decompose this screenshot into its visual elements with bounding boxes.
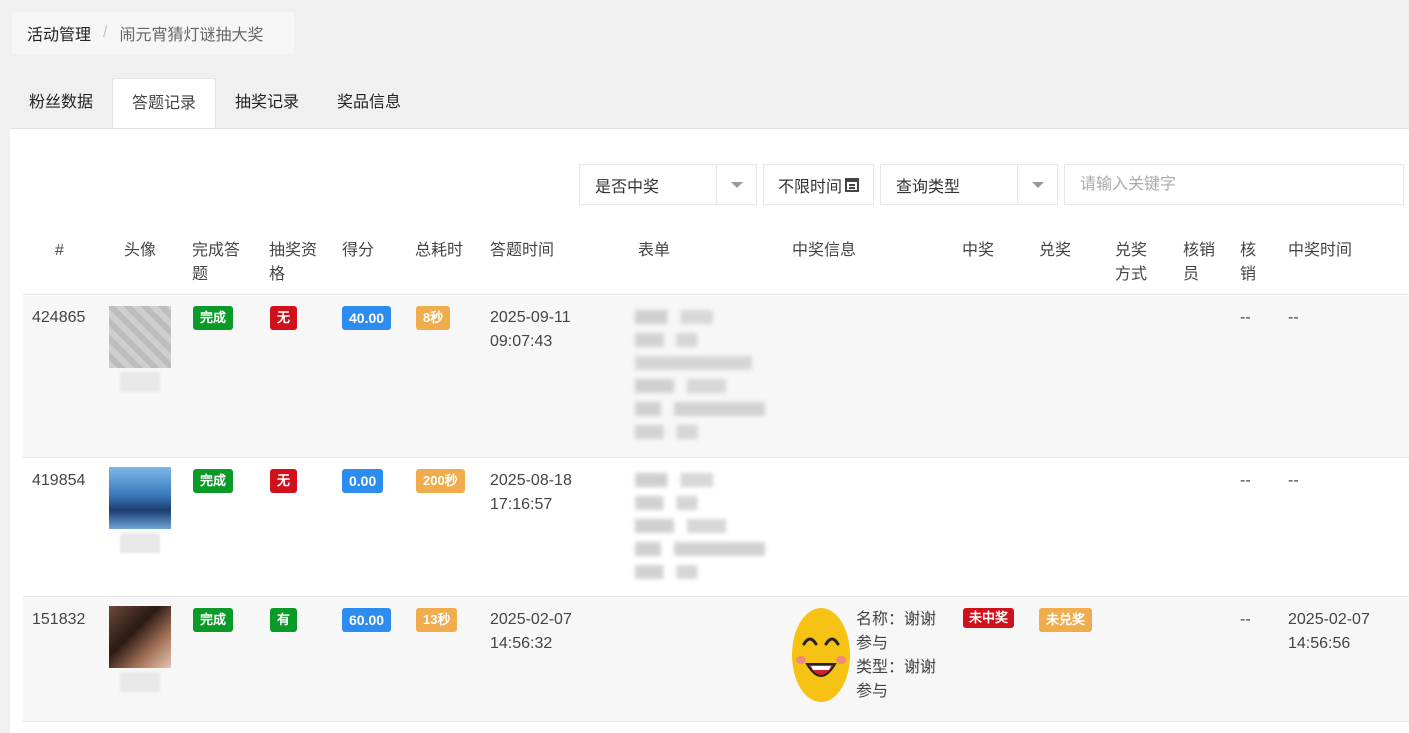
winning-select[interactable]: 是否中奖 [579, 164, 757, 205]
avatar-image [109, 306, 171, 368]
form-data-redacted [635, 310, 765, 448]
answer-date: 2025-08-18 [490, 472, 572, 489]
content-panel: 是否中奖 不限时间 查询类型 # 头像 完成答题 抽奖资格 得分 总耗时 答题时… [10, 128, 1409, 733]
row-id: 419854 [32, 472, 86, 489]
prize-type-value-1: 谢谢 [904, 659, 937, 676]
score-badge: 0.00 [342, 469, 384, 493]
col-header-verified: 核销 [1240, 242, 1257, 283]
table-row: 419854 完成 无 0.00 200秒 2025-08-18 17:16:5… [23, 459, 1409, 597]
form-data-redacted [635, 473, 765, 588]
duration-badge: 13秒 [416, 608, 458, 632]
win-time-value: -- [1288, 472, 1299, 489]
col-header-eligible: 抽奖资格 [269, 242, 318, 283]
winning-select-value: 是否中奖 [595, 178, 660, 196]
prize-type-value-2: 参与 [856, 683, 889, 700]
prize-info: 名称：谢谢 参与 类型：谢谢 参与 [856, 608, 936, 704]
row-id: 151832 [32, 611, 86, 628]
query-type-select[interactable]: 查询类型 [880, 164, 1059, 205]
tab-prize-info[interactable]: 奖品信息 [318, 78, 420, 128]
prize-type-label: 类型： [856, 659, 905, 676]
completed-badge: 完成 [193, 306, 234, 330]
avatar-caption [120, 672, 160, 692]
prize-name-label: 名称： [856, 611, 905, 628]
smiley-prize-icon [792, 608, 850, 702]
col-header-duration: 总耗时 [415, 242, 464, 259]
table-row: 151832 完成 有 60.00 13秒 2025-02-07 14:56:3… [23, 598, 1409, 722]
query-type-select-arrow[interactable] [1017, 165, 1057, 204]
col-header-score: 得分 [342, 242, 375, 259]
filter-bar: 是否中奖 不限时间 查询类型 [579, 164, 1405, 205]
won-badge: 未中奖 [963, 608, 1015, 628]
avatar-image [109, 467, 171, 529]
win-clock: 14:56:56 [1288, 635, 1351, 652]
col-header-id: # [55, 242, 64, 259]
verified-value: -- [1240, 611, 1251, 628]
chevron-down-icon [730, 181, 743, 188]
answer-clock: 17:16:57 [490, 496, 553, 513]
duration-badge: 200秒 [416, 469, 465, 493]
tab-fans-data[interactable]: 粉丝数据 [10, 78, 112, 128]
eligible-badge: 有 [270, 608, 298, 632]
table-header: # 头像 完成答题 抽奖资格 得分 总耗时 答题时间 表单 中奖信息 中奖 兑奖… [23, 235, 1409, 295]
col-header-win-time: 中奖时间 [1288, 242, 1353, 259]
avatar [109, 467, 171, 553]
breadcrumb-current: 闹元宵猜灯谜抽大奖 [119, 27, 264, 44]
answer-date: 2025-09-11 [490, 309, 571, 326]
avatar-caption [120, 533, 160, 553]
eligible-badge: 无 [270, 469, 298, 493]
score-badge: 40.00 [342, 306, 392, 330]
col-header-form: 表单 [638, 242, 671, 259]
avatar [109, 606, 171, 692]
breadcrumb: 活动管理 / 闹元宵猜灯谜抽大奖 [12, 12, 294, 54]
answer-clock: 09:07:43 [490, 333, 553, 350]
win-time-value: -- [1288, 309, 1299, 326]
col-header-avatar: 头像 [124, 242, 157, 259]
score-badge: 60.00 [342, 608, 392, 632]
query-type-select-value: 查询类型 [896, 178, 961, 196]
col-header-won: 中奖 [962, 242, 995, 259]
answer-clock: 14:56:32 [490, 635, 553, 652]
answer-date: 2025-02-07 [490, 611, 572, 628]
col-header-answer-time: 答题时间 [490, 242, 555, 259]
chevron-down-icon [1031, 181, 1044, 188]
redeem-badge: 未兑奖 [1039, 608, 1093, 632]
prize-name-value-1: 谢谢 [904, 611, 937, 628]
avatar-caption [120, 372, 160, 392]
tab-answer-records[interactable]: 答题记录 [112, 78, 217, 129]
row-id: 424865 [32, 309, 86, 326]
tab-bar: 粉丝数据 答题记录 抽奖记录 奖品信息 [10, 78, 420, 129]
breadcrumb-root[interactable]: 活动管理 [27, 21, 91, 45]
avatar [109, 306, 171, 392]
prize-name-value-2: 参与 [856, 635, 889, 652]
col-header-redeem: 兑奖 [1039, 242, 1072, 259]
col-header-prize-info: 中奖信息 [792, 242, 857, 259]
time-range-button[interactable]: 不限时间 [763, 164, 875, 205]
win-date: 2025-02-07 [1288, 611, 1370, 628]
col-header-completed: 完成答题 [192, 242, 241, 283]
tab-lottery-records[interactable]: 抽奖记录 [216, 78, 318, 128]
col-header-verifier: 核销员 [1183, 242, 1216, 283]
completed-badge: 完成 [193, 469, 234, 493]
calendar-icon [845, 177, 860, 192]
avatar-image [109, 606, 171, 668]
winning-select-arrow[interactable] [716, 165, 756, 204]
verified-value: -- [1240, 472, 1251, 489]
col-header-redeem-method: 兑奖方式 [1115, 242, 1148, 283]
table-row: 424865 完成 无 40.00 8秒 2025-09-11 09:07:43… [23, 296, 1409, 458]
verified-value: -- [1240, 309, 1251, 326]
breadcrumb-separator: / [103, 24, 108, 41]
eligible-badge: 无 [270, 306, 298, 330]
completed-badge: 完成 [193, 608, 234, 632]
time-range-label: 不限时间 [778, 178, 843, 196]
keyword-input[interactable] [1064, 164, 1405, 205]
duration-badge: 8秒 [416, 306, 451, 330]
